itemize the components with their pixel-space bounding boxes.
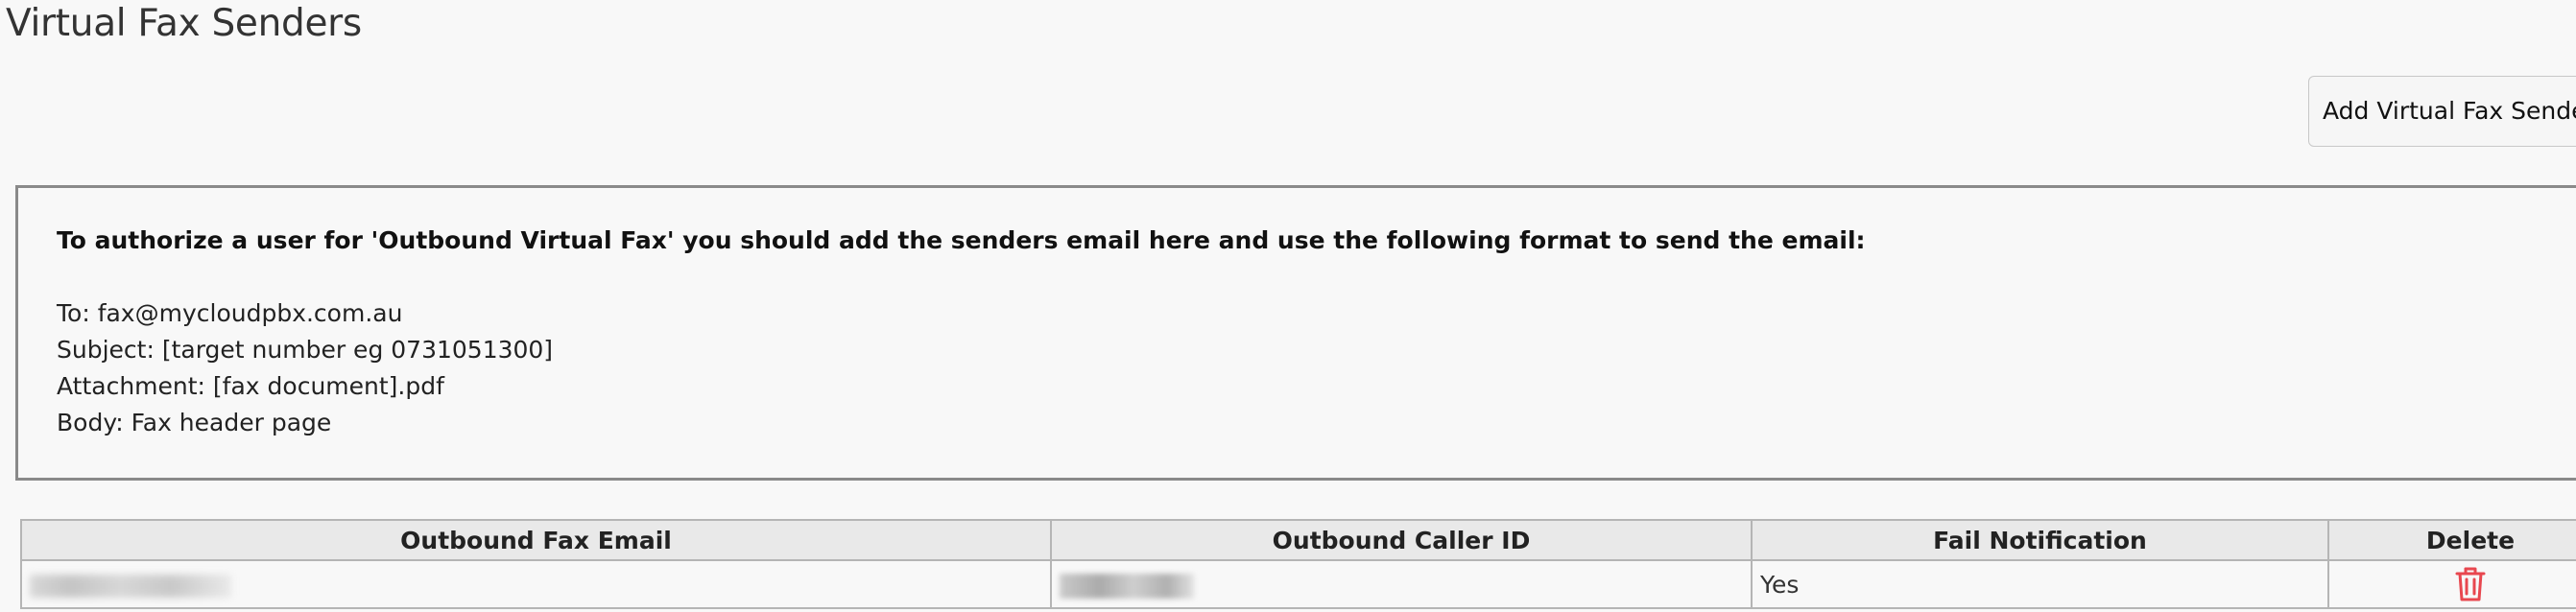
column-header-fail-notification[interactable]: Fail Notification — [1751, 519, 2329, 561]
instructions-subject-line: Subject: [target number eg 0731051300] — [57, 336, 554, 364]
fail-notification-cell: Yes — [1751, 559, 2329, 609]
instructions-attachment-line: Attachment: [fax document].pdf — [57, 372, 444, 400]
delete-cell — [2327, 559, 2576, 609]
page: Virtual Fax Senders Add Virtual Fax Send… — [0, 0, 2576, 612]
column-header-outbound-fax-email[interactable]: Outbound Fax Email — [20, 519, 1052, 561]
trash-icon[interactable] — [2454, 567, 2487, 601]
column-header-delete: Delete — [2327, 519, 2576, 561]
table-row[interactable]: Yes — [20, 559, 2576, 609]
redacted-caller-id — [1060, 573, 1194, 599]
page-title: Virtual Fax Senders — [6, 2, 362, 45]
instructions-panel: To authorize a user for 'Outbound Virtua… — [15, 185, 2576, 481]
redacted-email — [30, 574, 231, 598]
instructions-body-line: Body: Fax header page — [57, 409, 332, 436]
table-header-row: Outbound Fax Email Outbound Caller ID Fa… — [20, 519, 2576, 561]
outbound-fax-email-cell[interactable] — [20, 559, 1052, 609]
instructions-heading: To authorize a user for 'Outbound Virtua… — [57, 226, 1866, 254]
virtual-fax-senders-table: Outbound Fax Email Outbound Caller ID Fa… — [20, 519, 2576, 609]
instructions-to-line: To: fax@mycloudpbx.com.au — [57, 299, 403, 327]
column-header-outbound-caller-id[interactable]: Outbound Caller ID — [1050, 519, 1753, 561]
outbound-caller-id-cell[interactable] — [1050, 559, 1753, 609]
add-virtual-fax-sender-button[interactable]: Add Virtual Fax Sender — [2308, 76, 2576, 147]
